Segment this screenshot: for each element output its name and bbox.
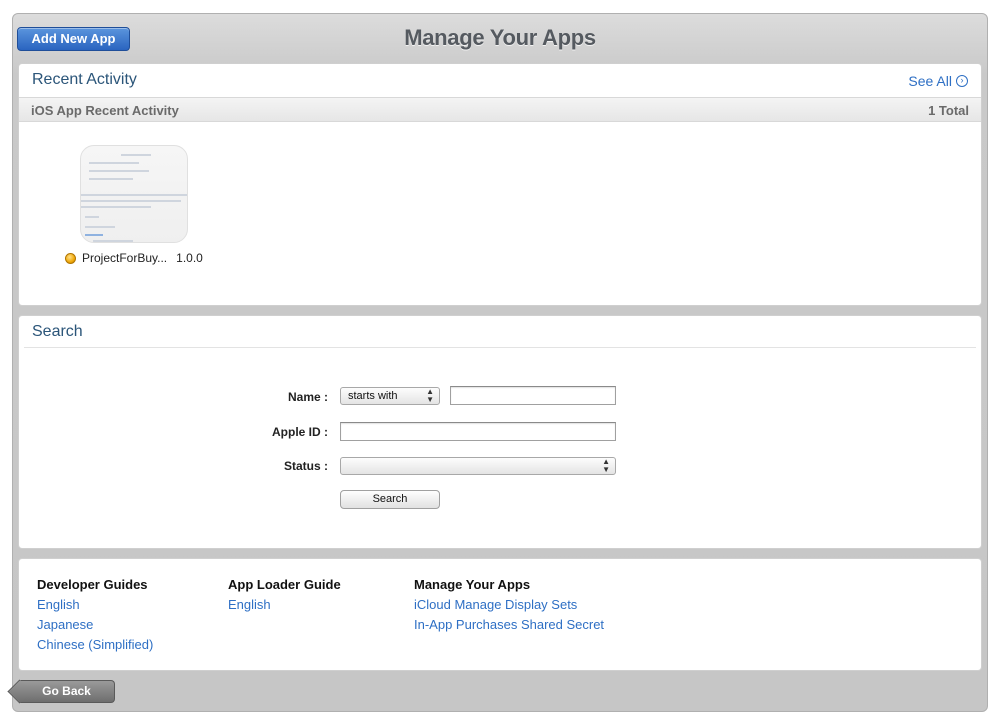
go-back-label: Go Back xyxy=(42,684,91,698)
app-thumbnail[interactable] xyxy=(80,145,188,243)
status-label: Status : xyxy=(283,459,328,473)
status-dot-icon xyxy=(65,252,76,264)
subheader-label: iOS App Recent Activity xyxy=(31,103,179,118)
link-english[interactable]: English xyxy=(228,595,341,615)
recent-activity-title: Recent Activity xyxy=(32,71,137,88)
search-title: Search xyxy=(32,323,83,340)
apple-id-label: Apple ID : xyxy=(272,425,328,439)
name-mode-select[interactable]: starts with ▲ ▼ xyxy=(340,387,440,405)
manage-your-apps-column: Manage Your Apps iCloud Manage Display S… xyxy=(414,575,604,635)
app-version: 1.0.0 xyxy=(176,251,203,265)
column-heading: App Loader Guide xyxy=(228,577,341,592)
column-heading: Developer Guides xyxy=(37,577,148,592)
name-mode-value: starts with xyxy=(348,390,398,402)
status-select[interactable]: ▲ ▼ xyxy=(340,457,616,475)
column-heading: Manage Your Apps xyxy=(414,577,531,592)
select-arrows-icon: ▲ ▼ xyxy=(426,387,434,404)
app-name[interactable]: ProjectForBuy... xyxy=(82,251,167,265)
search-button[interactable]: Search xyxy=(340,490,440,509)
divider xyxy=(24,347,976,348)
search-panel: Search Name : starts with ▲ ▼ Apple ID : … xyxy=(18,315,982,549)
select-arrows-icon: ▲ ▼ xyxy=(602,457,610,474)
arrow-right-circle-icon: › xyxy=(956,75,968,87)
link-in-app-purchases-secret[interactable]: In-App Purchases Shared Secret xyxy=(414,615,604,635)
total-count: 1 Total xyxy=(928,103,969,118)
recent-activity-panel: Recent Activity See All › iOS App Recent… xyxy=(18,63,982,306)
link-japanese[interactable]: Japanese xyxy=(37,615,153,635)
name-label: Name : xyxy=(287,390,328,404)
page-title: Manage Your Apps xyxy=(404,25,596,50)
link-icloud-display-sets[interactable]: iCloud Manage Display Sets xyxy=(414,595,604,615)
link-english[interactable]: English xyxy=(37,595,153,615)
go-back-button[interactable]: Go Back xyxy=(19,680,115,703)
recent-activity-subheader: iOS App Recent Activity 1 Total xyxy=(19,97,981,122)
name-input[interactable] xyxy=(450,386,616,405)
manage-apps-window: Add New App Manage Your Apps Recent Acti… xyxy=(12,13,988,712)
link-chinese-simplified[interactable]: Chinese (Simplified) xyxy=(37,635,153,655)
app-item[interactable]: ProjectForBuy... 1.0.0 xyxy=(65,251,203,265)
apple-id-input[interactable] xyxy=(340,422,616,441)
app-loader-guide-column: App Loader Guide English xyxy=(228,575,341,615)
footer-links-panel: Developer Guides English Japanese Chines… xyxy=(18,558,982,671)
developer-guides-column: Developer Guides English Japanese Chines… xyxy=(37,575,153,655)
see-all-label: See All xyxy=(908,73,952,89)
see-all-link[interactable]: See All › xyxy=(908,73,968,89)
